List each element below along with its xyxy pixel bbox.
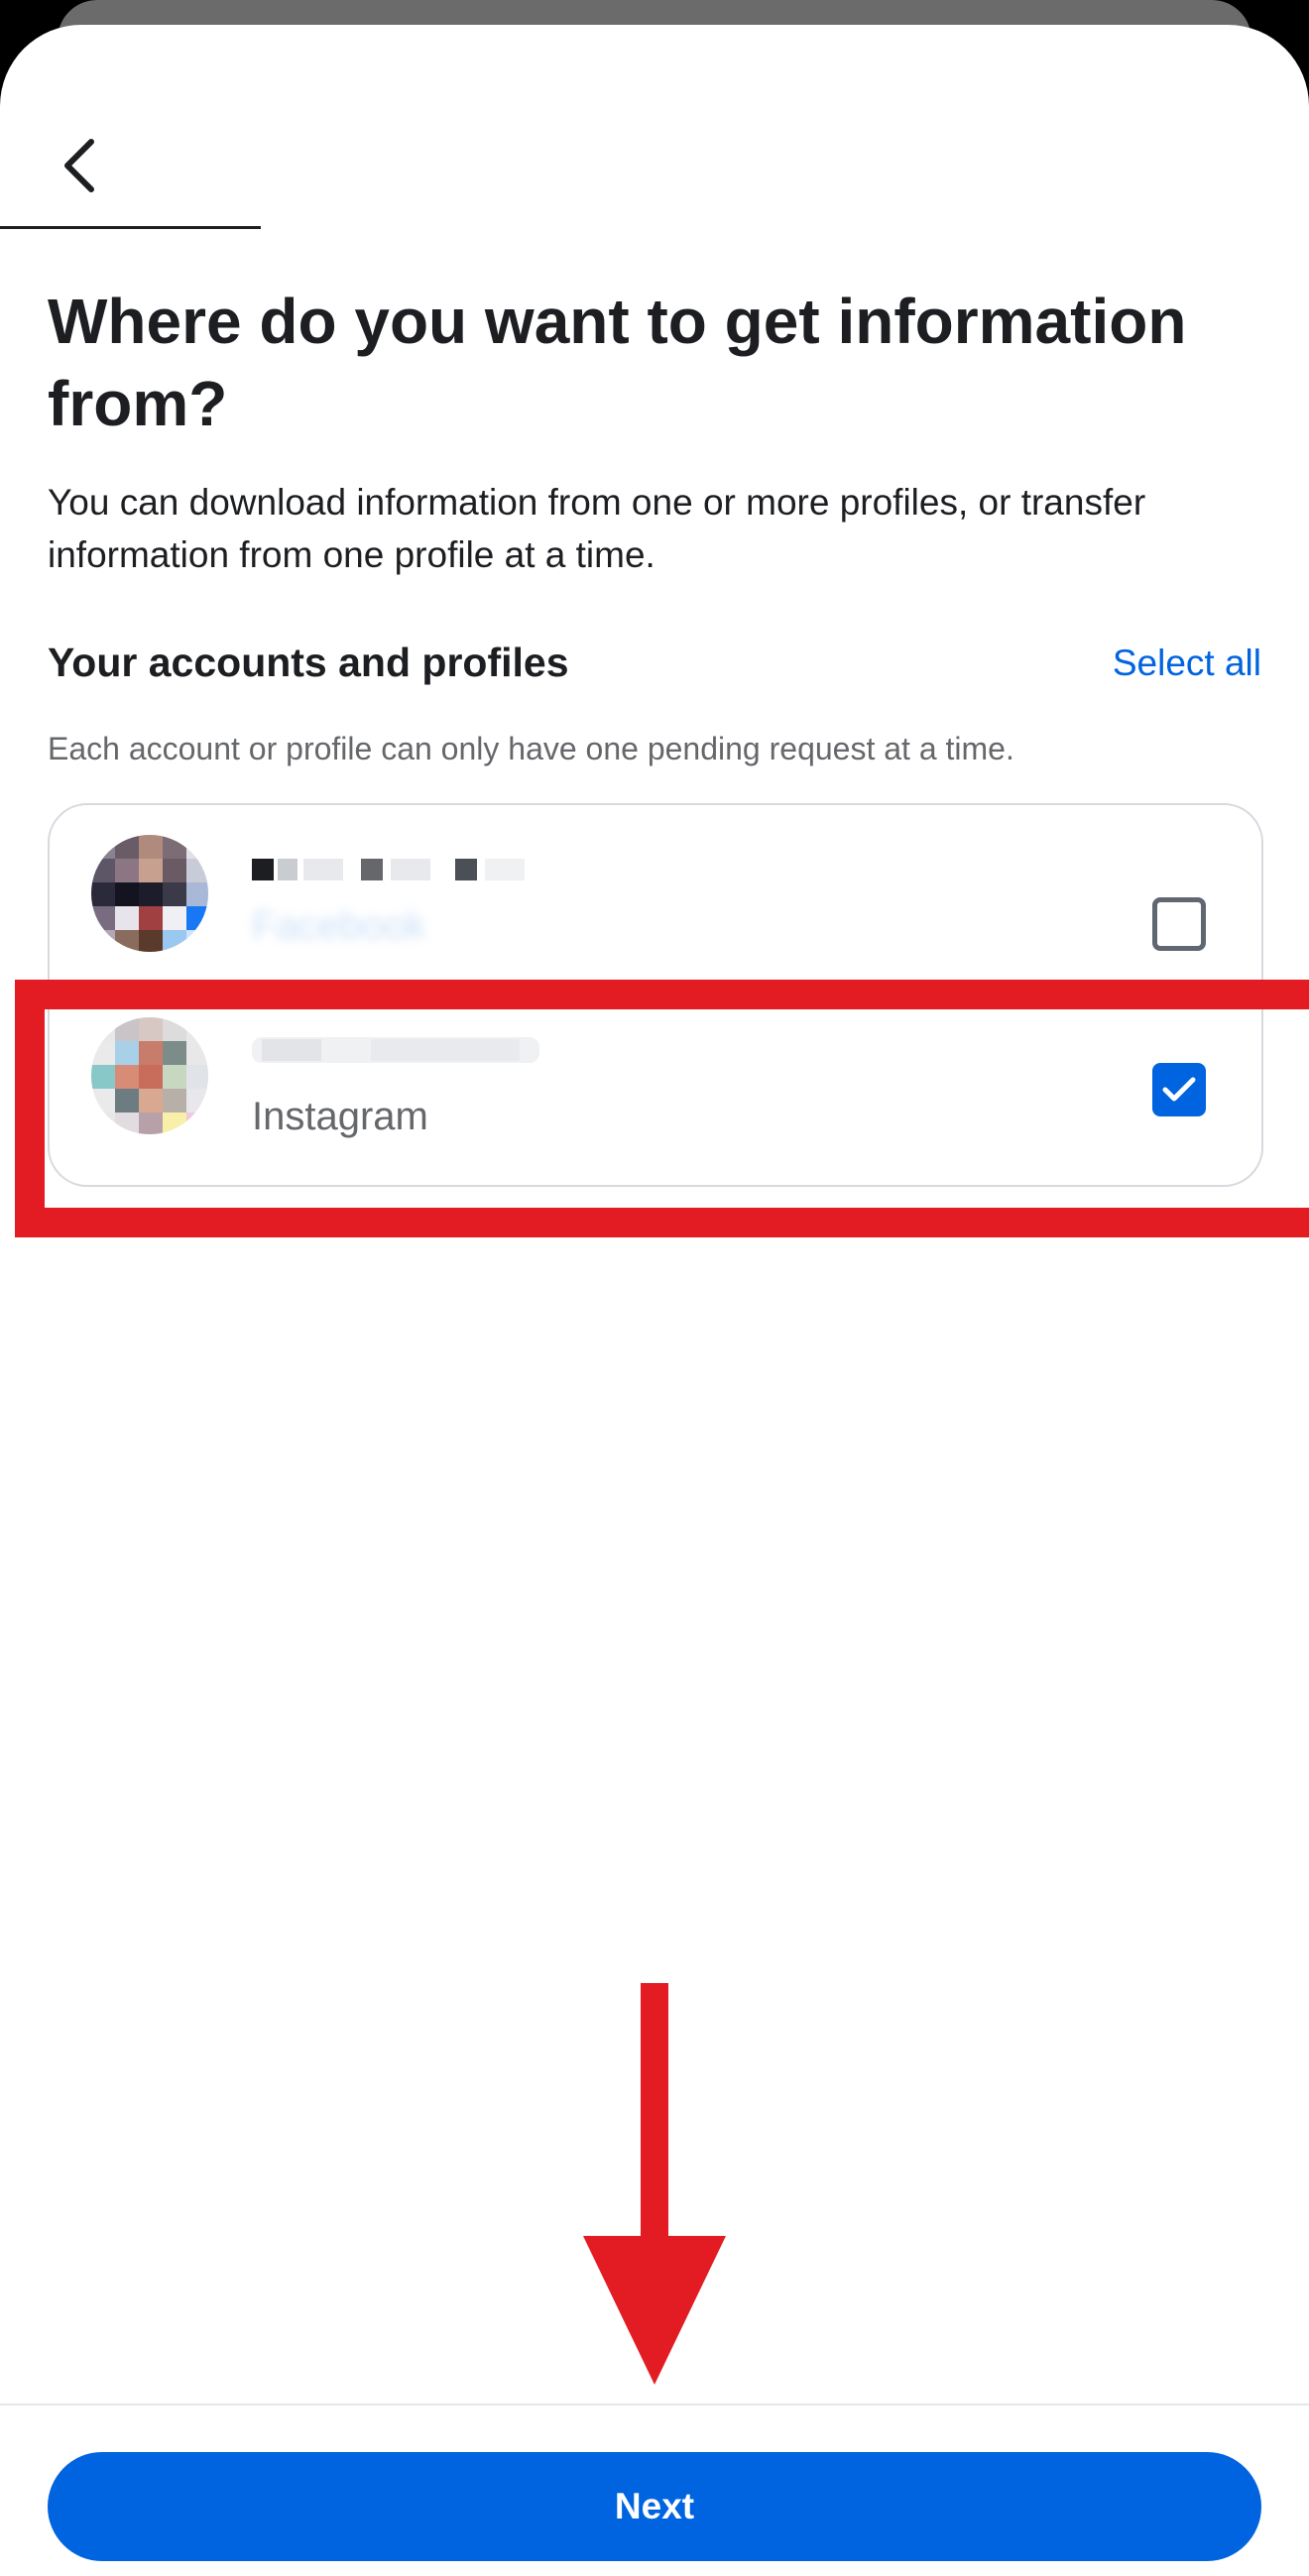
section-note: Each account or profile can only have on… xyxy=(48,731,1014,766)
page-description: You can download information from one or… xyxy=(48,482,1146,575)
back-button[interactable] xyxy=(30,116,129,215)
accounts-list: Facebook Instagram xyxy=(48,803,1263,1187)
account-row-instagram[interactable]: Instagram xyxy=(50,995,1261,1184)
checkmark-icon xyxy=(1162,1077,1196,1102)
account-checkbox-facebook[interactable] xyxy=(1152,897,1206,951)
account-platform: Facebook xyxy=(252,904,426,948)
page-title: Where do you want to get information fro… xyxy=(48,286,1187,439)
accounts-section-header: Your accounts and profiles Select all xyxy=(48,640,1261,686)
section-title: Your accounts and profiles xyxy=(48,640,569,685)
chevron-left-icon xyxy=(64,139,94,192)
redacted-name-block xyxy=(252,859,525,880)
next-button[interactable]: Next xyxy=(48,2452,1261,2561)
account-platform: Instagram xyxy=(252,1095,428,1138)
avatar xyxy=(91,1017,208,1134)
footer-divider xyxy=(0,2403,1309,2405)
progress-indicator xyxy=(0,226,261,229)
select-all-link[interactable]: Select all xyxy=(1113,643,1261,684)
redacted-name-block xyxy=(252,1037,539,1063)
avatar xyxy=(91,835,208,952)
annotation-arrow-down-icon xyxy=(583,1983,726,2385)
account-checkbox-instagram[interactable] xyxy=(1152,1063,1206,1116)
account-row-facebook[interactable]: Facebook xyxy=(50,805,1261,994)
